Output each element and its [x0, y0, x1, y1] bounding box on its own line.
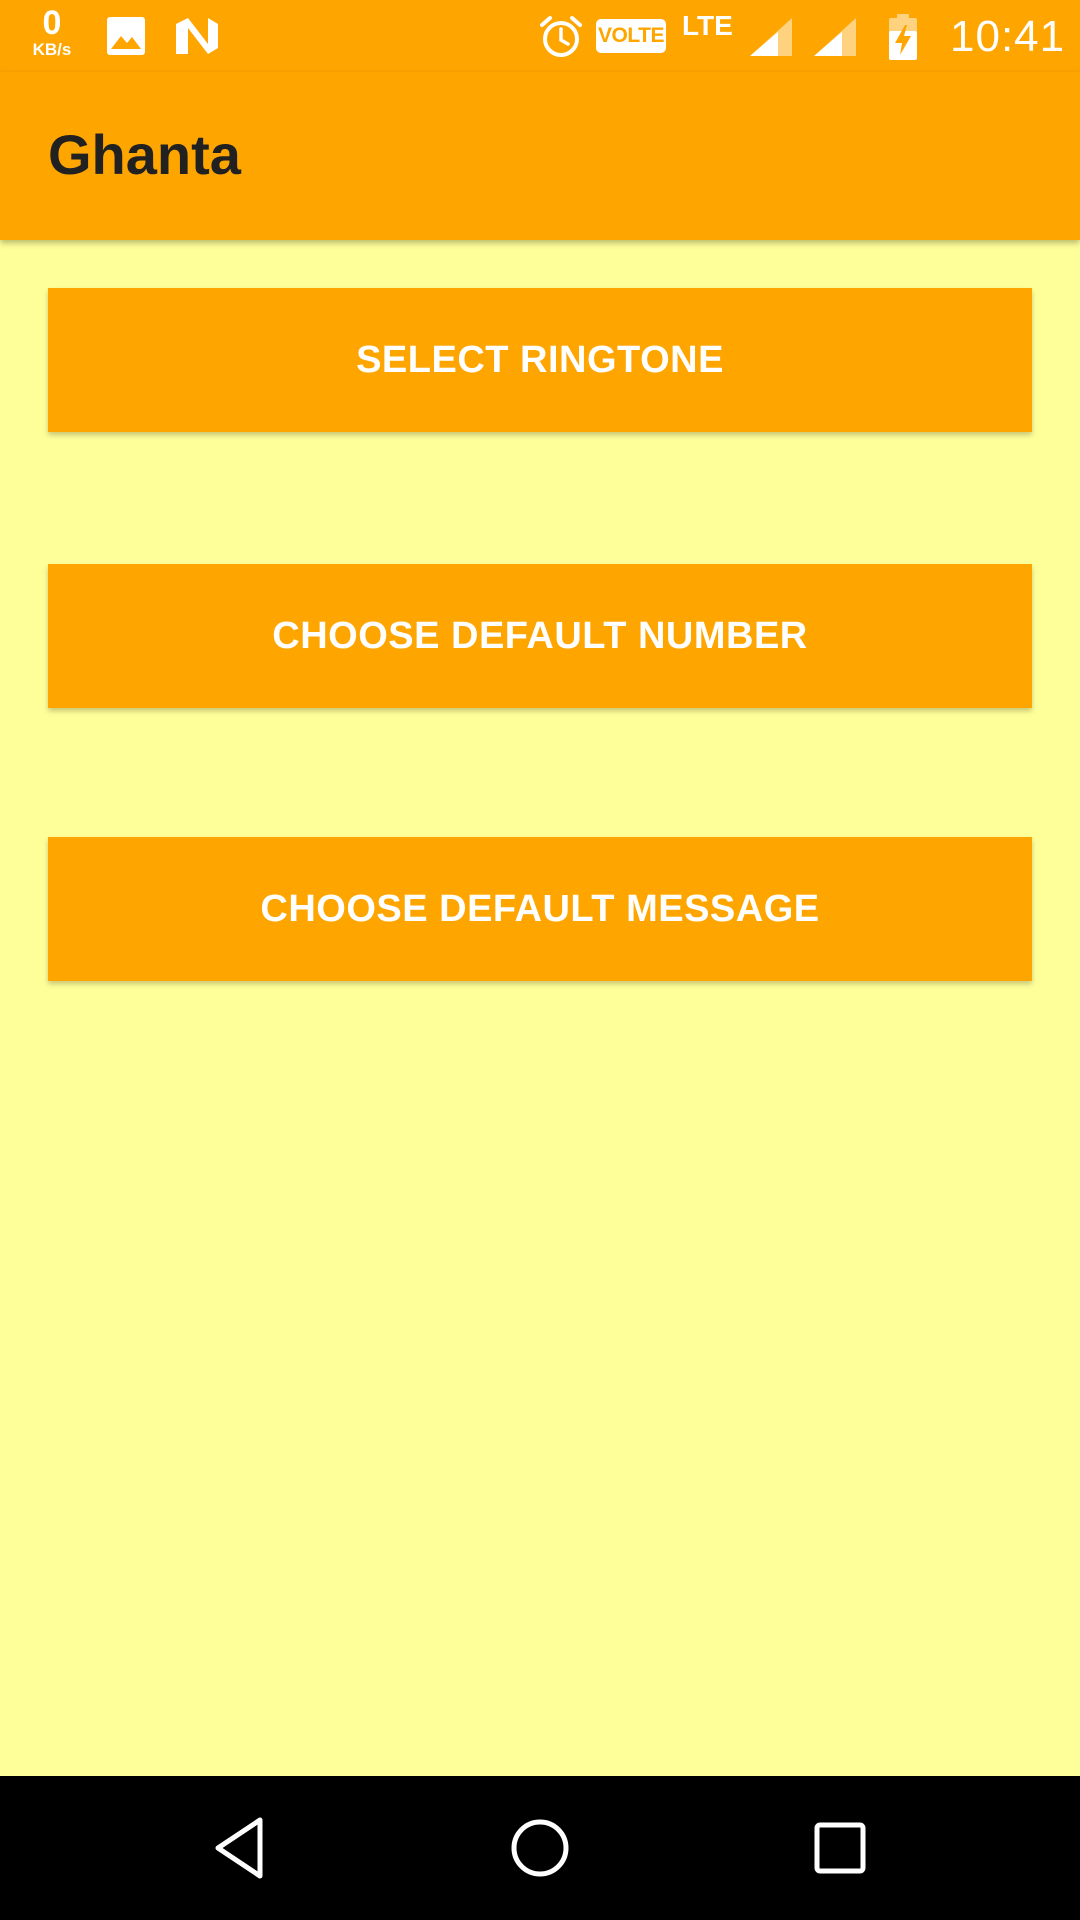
signal-icon	[750, 18, 792, 56]
volte-icon: VOLTE	[596, 19, 666, 53]
lte-label: LTE	[682, 10, 733, 41]
navigation-bar	[0, 1776, 1080, 1920]
home-icon[interactable]	[500, 1808, 580, 1888]
n-notification-icon	[176, 18, 218, 54]
recents-icon[interactable]	[800, 1808, 880, 1888]
network-speed-unit: KB/s	[32, 40, 72, 59]
choose-default-message-button[interactable]: CHOOSE DEFAULT MESSAGE	[48, 837, 1032, 981]
main-content: SELECT RINGTONE CHOOSE DEFAULT NUMBER CH…	[0, 240, 1080, 1776]
network-speed: 0 KB/s	[24, 6, 80, 58]
back-icon[interactable]	[200, 1808, 280, 1888]
choose-default-number-button[interactable]: CHOOSE DEFAULT NUMBER	[48, 564, 1032, 708]
status-bar: 0 KB/s VOLTE LTE 10:41	[0, 0, 1080, 72]
image-notification-icon	[107, 17, 145, 55]
network-speed-value: 0	[42, 4, 62, 42]
app-bar: Ghanta	[0, 72, 1080, 240]
signal-icon	[814, 18, 856, 56]
alarm-icon	[540, 16, 582, 57]
status-time: 10:41	[950, 12, 1066, 61]
select-ringtone-button[interactable]: SELECT RINGTONE	[48, 288, 1032, 432]
app-title: Ghanta	[48, 123, 241, 186]
battery-charging-icon	[889, 14, 917, 60]
